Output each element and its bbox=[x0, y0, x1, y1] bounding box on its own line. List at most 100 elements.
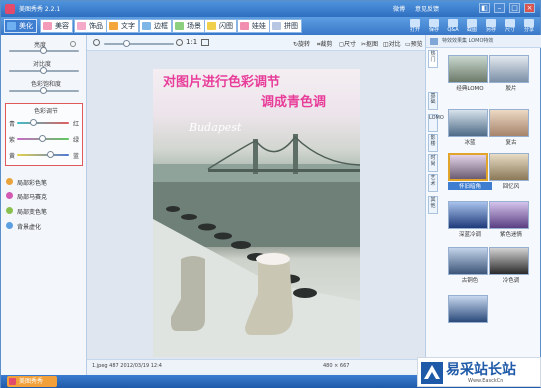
cutout-tool[interactable]: ✂抠图 bbox=[361, 39, 378, 48]
tab-frame[interactable]: 边框 bbox=[139, 19, 172, 33]
tab-collage[interactable]: 拼图 bbox=[269, 19, 302, 33]
cyan-red-slider[interactable] bbox=[17, 122, 69, 124]
vtab-studio[interactable]: 影楼 bbox=[428, 134, 438, 152]
effect-thumb bbox=[489, 55, 529, 83]
overlay-text-2: 调成青色调 bbox=[261, 95, 327, 110]
effect-vintage-vignette[interactable]: 怀旧暗角 bbox=[448, 153, 492, 191]
tab-flash[interactable]: 闪图 bbox=[204, 19, 237, 33]
vtab-art[interactable]: 艺术 bbox=[428, 174, 438, 192]
effect-thumb bbox=[448, 201, 488, 229]
partial-recolor-pen[interactable]: 局部变色笔 bbox=[6, 207, 47, 216]
crop-tool[interactable]: ⌗裁剪 bbox=[317, 39, 332, 49]
yellow-blue-knob[interactable] bbox=[47, 151, 54, 158]
image-size: 480 × 667 bbox=[323, 363, 350, 369]
compare-tool[interactable]: ◫对比 bbox=[383, 39, 401, 48]
rotate-tool[interactable]: ↻旋转 bbox=[293, 39, 310, 48]
background-blur[interactable]: 背景虚化 bbox=[6, 222, 41, 231]
contrast-knob[interactable] bbox=[40, 67, 47, 74]
resize-icon bbox=[505, 19, 515, 27]
preview-tool[interactable]: ▭预览 bbox=[405, 39, 423, 48]
photo[interactable]: 对图片进行色彩调节 调成青色调 Budapest bbox=[153, 69, 360, 357]
status-bar: 1.jpeg 487 2012/03/19 12:4 480 × 667 bbox=[87, 359, 425, 373]
adjust-panel: 亮度 对比度 色彩饱和度 色彩调节 青 红 紫 绿 黄 蓝 局部彩色笔 局部马赛… bbox=[1, 35, 87, 375]
screenshot-icon bbox=[467, 19, 477, 27]
effect-cool-tone[interactable]: 冷色调 bbox=[489, 247, 533, 285]
watermark-text: 易采站长站 bbox=[446, 362, 516, 378]
zoom-ratio[interactable]: 1:1 bbox=[186, 38, 197, 46]
tab-beauty[interactable]: 美容 bbox=[40, 19, 73, 33]
effect-retro[interactable]: 复古 bbox=[489, 109, 533, 147]
vtab-basic[interactable]: 基础 bbox=[428, 92, 438, 110]
partial-color-pen[interactable]: 局部彩色笔 bbox=[6, 178, 47, 187]
effect-extra[interactable] bbox=[448, 295, 492, 333]
tab-scene[interactable]: 场景 bbox=[172, 19, 205, 33]
app-logo-icon bbox=[5, 4, 15, 14]
effect-film[interactable]: 胶片 bbox=[489, 55, 533, 93]
yellow-blue-slider[interactable] bbox=[17, 154, 69, 156]
screenshot-button[interactable]: 截图 bbox=[463, 17, 481, 35]
magenta-green-knob[interactable] bbox=[39, 135, 46, 142]
green-label: 绿 bbox=[73, 137, 80, 144]
open-button[interactable]: 打开 bbox=[406, 17, 424, 35]
titlebar: 美图秀秀 2.2.1 微博 意见反馈 ◧ – □ × bbox=[1, 1, 540, 17]
fit-icon[interactable] bbox=[201, 39, 209, 46]
zoom-out-icon[interactable] bbox=[93, 39, 100, 46]
qa-button[interactable]: Q&A bbox=[444, 17, 462, 35]
effect-thumb bbox=[448, 295, 488, 323]
vtab-other[interactable]: 其他 bbox=[428, 196, 438, 214]
skin-button[interactable]: ◧ bbox=[479, 3, 490, 13]
effect-purple-charm[interactable]: 紫色迷情 bbox=[489, 201, 533, 239]
minimize-button[interactable]: – bbox=[494, 3, 505, 13]
zoom-slider[interactable] bbox=[104, 43, 174, 45]
file-info: 1.jpeg 487 2012/03/19 12:4 bbox=[92, 363, 162, 369]
effect-thumb bbox=[489, 201, 529, 229]
bridge-tower-left bbox=[253, 139, 258, 174]
zoom-knob[interactable] bbox=[123, 40, 130, 47]
feedback-link[interactable]: 意见反馈 bbox=[415, 4, 439, 13]
watermark-logo-icon bbox=[421, 362, 443, 384]
weibo-link[interactable]: 微博 bbox=[393, 4, 405, 13]
save-as-button[interactable]: 另存 bbox=[482, 17, 500, 35]
effect-classic-lomo[interactable]: 经典LOMO bbox=[448, 55, 492, 93]
beauty-icon bbox=[43, 22, 52, 30]
city-text: Budapest bbox=[189, 121, 242, 134]
resize-button[interactable]: 尺寸 bbox=[501, 17, 519, 35]
cyan-red-knob[interactable] bbox=[30, 119, 37, 126]
effect-ice-blue[interactable]: 冰蓝 bbox=[448, 109, 492, 147]
effect-thumb bbox=[448, 55, 488, 83]
open-icon bbox=[410, 19, 420, 27]
photo-scene bbox=[153, 134, 360, 357]
scene-icon bbox=[175, 22, 184, 30]
watermark: 易采站长站 Www.EasckCn bbox=[417, 357, 541, 387]
saturation-knob[interactable] bbox=[40, 87, 47, 94]
boot-fur bbox=[256, 253, 290, 265]
effect-memory[interactable]: 回忆风 bbox=[489, 153, 533, 191]
share-button[interactable]: 分享 bbox=[520, 17, 538, 35]
vtab-hot[interactable]: 热门 bbox=[428, 50, 438, 68]
tab-beautify[interactable]: 美化 bbox=[4, 19, 37, 33]
tab-doll[interactable]: 娃娃 bbox=[237, 19, 270, 33]
recolor-pen-icon bbox=[6, 207, 13, 214]
settings-icon[interactable] bbox=[70, 41, 76, 47]
resize-tool[interactable]: ◻尺寸 bbox=[339, 39, 356, 48]
taskbar-app-icon bbox=[9, 378, 16, 385]
taskbar-app-button[interactable]: 美图秀秀 bbox=[7, 376, 57, 387]
vtab-fashion[interactable]: 时尚 bbox=[428, 154, 438, 172]
brightness-knob[interactable] bbox=[40, 47, 47, 54]
effect-thumb bbox=[448, 109, 488, 137]
maximize-button[interactable]: □ bbox=[509, 3, 520, 13]
app-window: 美图秀秀 2.2.1 微博 意见反馈 ◧ – □ × 美化 美容 饰品 文字 边… bbox=[0, 0, 541, 388]
cyan-label: 青 bbox=[9, 121, 16, 128]
tab-accessories[interactable]: 饰品 bbox=[74, 19, 107, 33]
tab-text[interactable]: 文字 bbox=[106, 19, 139, 33]
vtab-lomo[interactable]: LOMO bbox=[428, 114, 444, 132]
close-button[interactable]: × bbox=[524, 3, 535, 13]
partial-mosaic[interactable]: 局部马赛克 bbox=[6, 192, 47, 201]
effect-deep-blue-cool[interactable]: 深蓝冷调 bbox=[448, 201, 492, 239]
save-icon bbox=[429, 19, 439, 27]
beautify-icon bbox=[7, 22, 16, 30]
effect-bronze[interactable]: 古铜色 bbox=[448, 247, 492, 285]
save-button[interactable]: 保存 bbox=[425, 17, 443, 35]
zoom-in-icon[interactable] bbox=[176, 39, 183, 46]
blue-label: 蓝 bbox=[73, 153, 80, 160]
